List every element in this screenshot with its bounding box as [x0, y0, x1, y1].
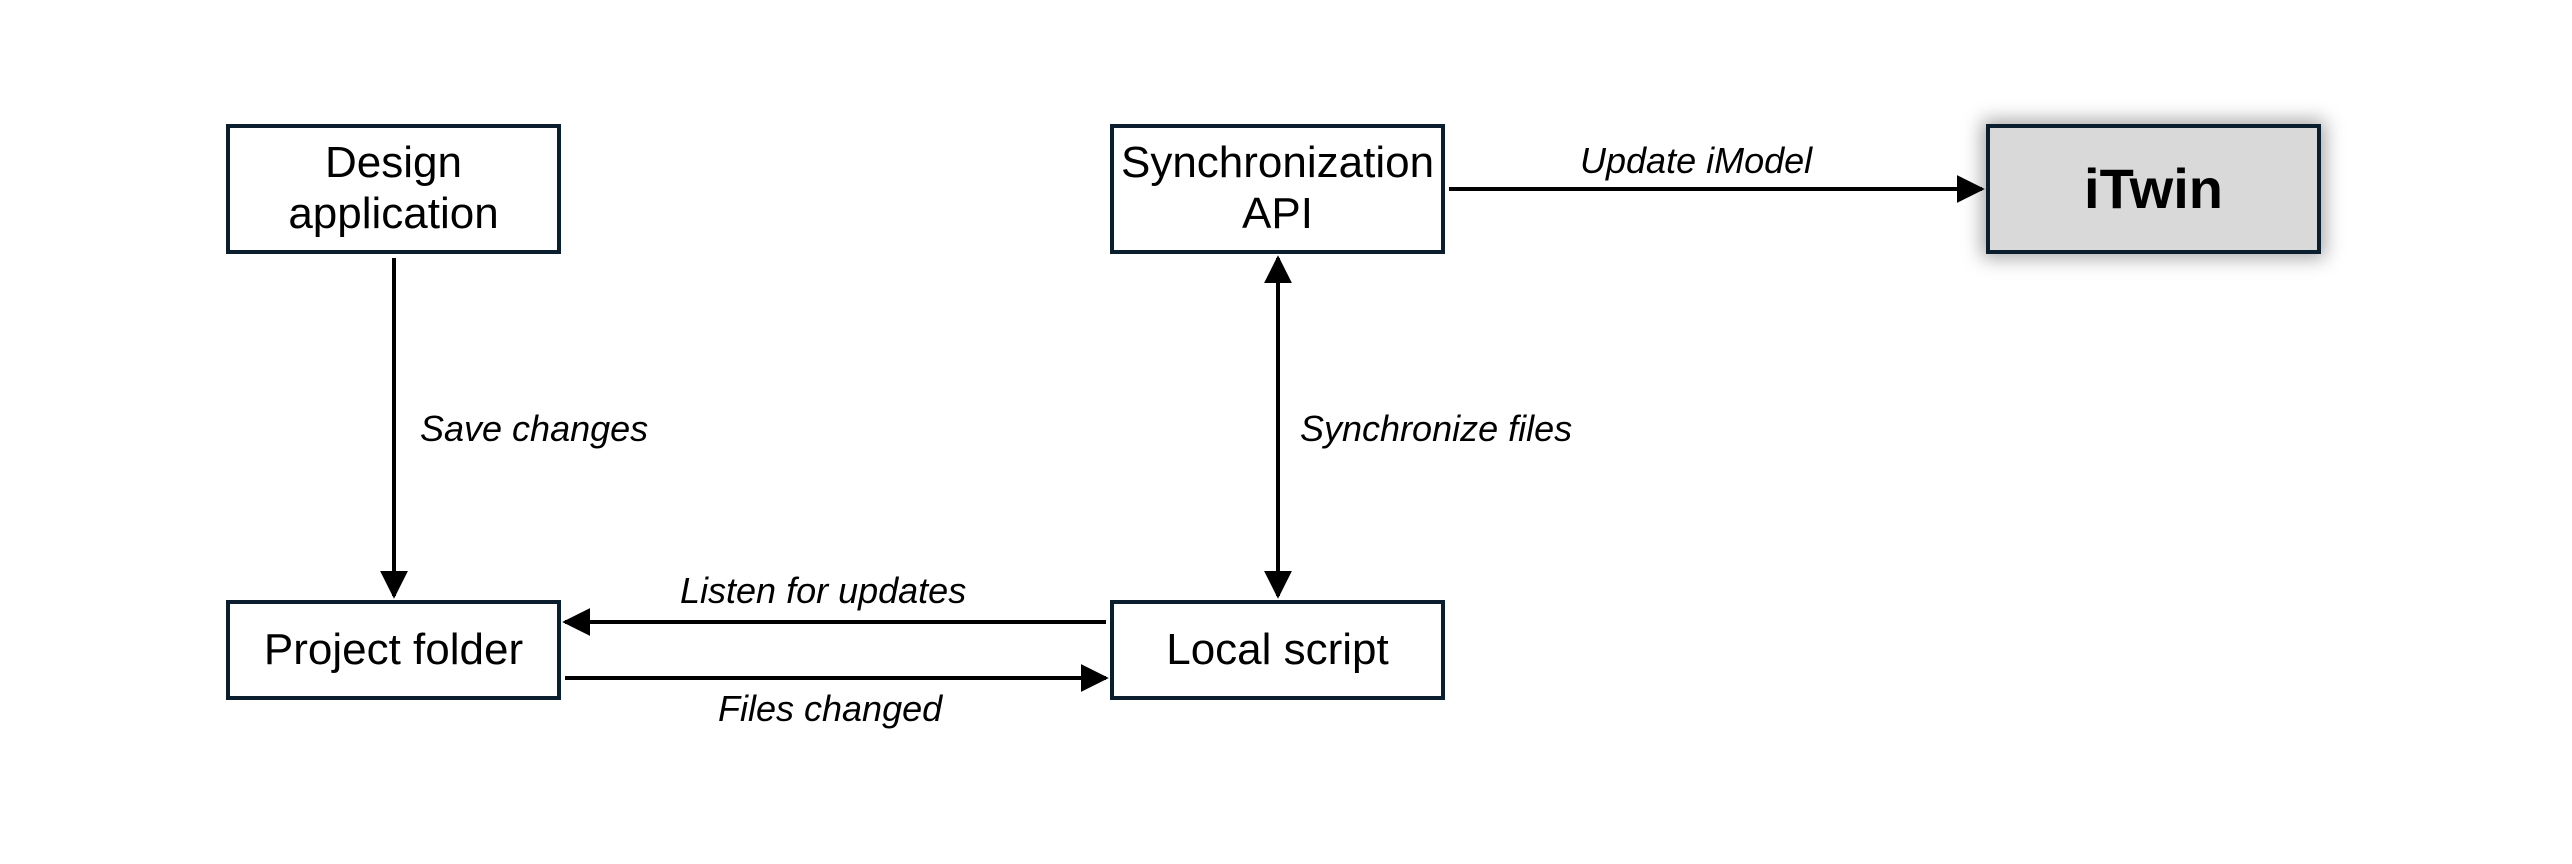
edge-label-files-changed: Files changed — [718, 688, 942, 730]
node-design-application: Design application — [226, 124, 561, 254]
node-local-script: Local script — [1110, 600, 1445, 700]
edge-label-update-imodel: Update iModel — [1580, 140, 1812, 182]
edge-label-save-changes: Save changes — [420, 408, 648, 450]
node-label: Synchronization API — [1121, 138, 1434, 239]
node-label: iTwin — [2084, 157, 2223, 221]
node-synchronization-api: Synchronization API — [1110, 124, 1445, 254]
node-project-folder: Project folder — [226, 600, 561, 700]
node-label: Local script — [1166, 625, 1389, 676]
node-label: Design application — [246, 138, 541, 239]
edge-label-listen-for-updates: Listen for updates — [680, 570, 966, 612]
node-itwin: iTwin — [1986, 124, 2321, 254]
edge-label-synchronize-files: Synchronize files — [1300, 408, 1572, 450]
node-label: Project folder — [264, 625, 523, 676]
